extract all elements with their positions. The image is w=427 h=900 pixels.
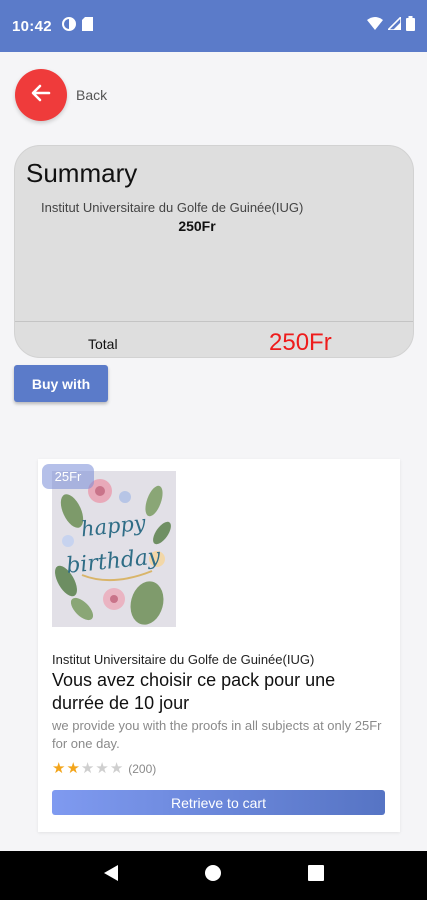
summary-card: Summary Institut Universitaire du Golfe … — [14, 145, 414, 358]
summary-item-name: Institut Universitaire du Golfe de Guiné… — [41, 200, 304, 215]
recents-square-icon[interactable] — [308, 865, 325, 886]
signal-icon — [386, 15, 402, 35]
product-institution: Institut Universitaire du Golfe de Guiné… — [52, 652, 315, 667]
total-value: 250Fr — [269, 329, 332, 356]
buy-with-button[interactable]: Buy with — [14, 365, 108, 402]
sim-card-icon — [81, 16, 93, 36]
battery-icon — [406, 16, 415, 36]
star-empty-icon: ★ — [80, 760, 95, 777]
product-description: we provide you with the proofs in all su… — [52, 718, 382, 751]
status-time: 10:42 — [12, 17, 52, 35]
price-badge: 25Fr — [42, 464, 94, 489]
wifi-icon — [367, 17, 383, 35]
home-circle-icon[interactable] — [204, 864, 222, 887]
total-label: Total — [88, 336, 118, 352]
back-button[interactable] — [15, 69, 67, 121]
star-empty-icon: ★ — [95, 760, 109, 777]
product-title: Vous avez choisir ce pack pour une durré… — [52, 670, 336, 713]
rating-count: (200) — [128, 761, 157, 776]
back-label[interactable]: Back — [76, 87, 107, 103]
status-bar: 10:42 — [0, 0, 427, 52]
rating: ★ ★ ★ ★ ★ (200) — [52, 761, 156, 776]
product-card: happy birthday 25Fr Institut Universitai… — [38, 459, 400, 832]
product-image: happy birthday — [52, 471, 176, 627]
star-filled-icon: ★ — [52, 760, 66, 777]
birthday-card-illustration: happy birthday — [52, 471, 176, 627]
arrow-left-icon — [30, 82, 52, 109]
status-left-icons — [61, 16, 93, 36]
star-filled-icon: ★ — [66, 760, 80, 777]
data-saver-icon — [61, 16, 76, 36]
summary-item-price: 250Fr — [178, 218, 216, 234]
status-right-icons — [367, 15, 415, 36]
retrieve-to-cart-button[interactable]: Retrieve to cart — [52, 790, 385, 815]
back-triangle-icon[interactable] — [103, 864, 119, 887]
summary-divider — [15, 321, 413, 322]
star-empty-icon: ★ — [109, 760, 124, 777]
navigation-bar — [0, 851, 427, 900]
summary-title: Summary — [26, 158, 138, 188]
